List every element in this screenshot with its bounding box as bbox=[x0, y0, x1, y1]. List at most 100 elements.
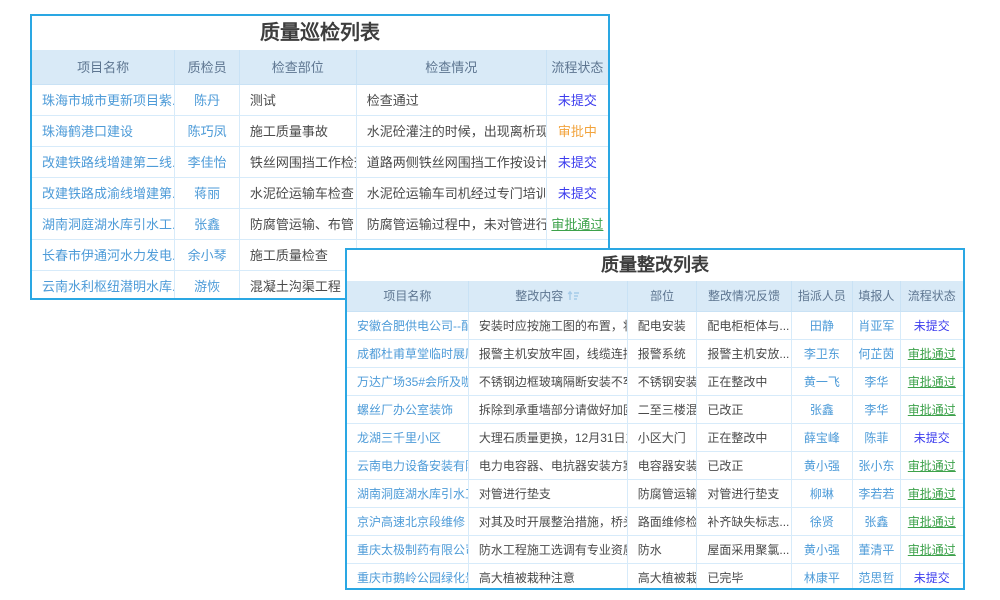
status-badge[interactable]: 未提交 bbox=[914, 571, 950, 585]
project-name-link[interactable]: 珠海市城市更新项目紫... bbox=[42, 93, 175, 108]
project-name-link[interactable]: 螺丝厂办公室装饰 bbox=[357, 403, 453, 417]
assignee-link[interactable]: 李卫东 bbox=[804, 347, 840, 361]
cell-workflow-status: 审批通过 bbox=[900, 507, 963, 535]
column-header-label: 填报人 bbox=[858, 289, 894, 303]
cell-rectify-feedback: 补齐缺失标志... bbox=[697, 507, 791, 535]
status-badge[interactable]: 审批通过 bbox=[908, 543, 956, 557]
rectify-feedback-text: 对管进行垫支 bbox=[707, 487, 779, 501]
column-header-label: 指派人员 bbox=[798, 289, 846, 303]
rectify-feedback-text: 已改正 bbox=[707, 459, 743, 473]
column-header-label: 质检员 bbox=[188, 60, 227, 75]
reporter-link[interactable]: 李若若 bbox=[858, 487, 894, 501]
project-name-link[interactable]: 珠海鹤港口建设 bbox=[42, 124, 133, 139]
cell-reporter: 李华 bbox=[853, 367, 900, 395]
inspect-part-text: 防腐管运输、布管 bbox=[250, 217, 354, 232]
project-name-link[interactable]: 龙湖三千里小区 bbox=[357, 431, 441, 445]
project-name-link[interactable]: 成都杜甫草堂临时展厅独立展... bbox=[357, 347, 468, 361]
inspect-part-text: 混凝土沟渠工程 bbox=[250, 279, 341, 294]
status-badge[interactable]: 审批通过 bbox=[908, 403, 956, 417]
inspector-link[interactable]: 游恢 bbox=[194, 279, 220, 294]
inspector-link[interactable]: 余小琴 bbox=[188, 248, 227, 263]
reporter-link[interactable]: 董清平 bbox=[858, 543, 894, 557]
assignee-link[interactable]: 薛宝峰 bbox=[804, 431, 840, 445]
inspector-link[interactable]: 陈丹 bbox=[194, 93, 220, 108]
cell-project-name: 珠海鹤港口建设 bbox=[32, 115, 175, 146]
column-header-project-name: 项目名称 bbox=[32, 50, 175, 84]
assignee-link[interactable]: 张鑫 bbox=[810, 403, 834, 417]
reporter-link[interactable]: 李华 bbox=[864, 403, 888, 417]
project-name-link[interactable]: 安徽合肥供电公司--配电设备... bbox=[357, 319, 468, 333]
assignee-link[interactable]: 黄一飞 bbox=[804, 375, 840, 389]
status-badge[interactable]: 审批通过 bbox=[908, 487, 956, 501]
cell-rectify-content: 电力电容器、电抗器安装方案,... bbox=[468, 451, 627, 479]
project-name-link[interactable]: 改建铁路成渝线增建第... bbox=[42, 186, 175, 201]
reporter-link[interactable]: 陈菲 bbox=[864, 431, 888, 445]
cell-inspect-result: 防腐管运输过程中，未对管进行... bbox=[356, 208, 546, 239]
rectify-content-text: 大理石质量更换，12月31日之... bbox=[479, 431, 627, 445]
project-name-link[interactable]: 改建铁路线增建第二线... bbox=[42, 155, 175, 170]
cell-project-name: 云南水利枢纽潜明水库... bbox=[32, 270, 175, 300]
assignee-link[interactable]: 黄小强 bbox=[804, 459, 840, 473]
status-badge[interactable]: 未提交 bbox=[558, 155, 597, 170]
cell-rectify-content: 大理石质量更换，12月31日之... bbox=[468, 423, 627, 451]
column-header-label: 整改情况反馈 bbox=[708, 289, 780, 303]
status-badge[interactable]: 未提交 bbox=[558, 93, 597, 108]
table-row: 珠海鹤港口建设陈巧凤施工质量事故水泥砼灌注的时候，出现离析现象审批中 bbox=[32, 115, 608, 146]
cell-project-name: 螺丝厂办公室装饰 bbox=[347, 395, 468, 423]
cell-inspector: 张鑫 bbox=[175, 208, 240, 239]
column-header-rectify-content: 整改内容 bbox=[468, 281, 627, 311]
status-badge[interactable]: 审批通过 bbox=[908, 375, 956, 389]
project-name-link[interactable]: 京沪高速北京段维修 bbox=[357, 515, 465, 529]
inspector-link[interactable]: 张鑫 bbox=[194, 217, 220, 232]
column-header-project-name: 项目名称 bbox=[347, 281, 468, 311]
reporter-link[interactable]: 何芷茵 bbox=[858, 347, 894, 361]
reporter-link[interactable]: 肖亚军 bbox=[858, 319, 894, 333]
assignee-link[interactable]: 林康平 bbox=[804, 571, 840, 585]
assignee-link[interactable]: 田静 bbox=[810, 319, 834, 333]
inspector-link[interactable]: 陈巧凤 bbox=[188, 124, 227, 139]
project-name-link[interactable]: 湖南洞庭湖水库引水工程施工1标 bbox=[357, 487, 468, 501]
project-name-link[interactable]: 万达广场35#会所及咖啡厅空... bbox=[357, 375, 468, 389]
page-canvas: 质量巡检列表 项目名称 质检员 检查部位 检查情况 流程状态 珠海市城市更新项目… bbox=[0, 0, 1000, 600]
assignee-link[interactable]: 徐贤 bbox=[810, 515, 834, 529]
cell-rectify-feedback: 已改正 bbox=[697, 395, 791, 423]
status-badge[interactable]: 未提交 bbox=[558, 186, 597, 201]
project-name-link[interactable]: 重庆太极制药有限公司亳州中... bbox=[357, 543, 468, 557]
cell-rectify-feedback: 屋面采用聚氯... bbox=[697, 535, 791, 563]
table-row: 云南电力设备安装有限公司20...电力电容器、电抗器安装方案,...电容器安装.… bbox=[347, 451, 963, 479]
project-name-link[interactable]: 云南电力设备安装有限公司20... bbox=[357, 459, 468, 473]
status-badge[interactable]: 审批中 bbox=[558, 124, 597, 139]
column-header-label: 流程状态 bbox=[908, 289, 956, 303]
status-badge[interactable]: 审批通过 bbox=[908, 459, 956, 473]
column-header-part: 部位 bbox=[627, 281, 697, 311]
cell-assignee: 张鑫 bbox=[791, 395, 853, 423]
rectify-feedback-text: 已完毕 bbox=[707, 571, 743, 585]
reporter-link[interactable]: 张鑫 bbox=[864, 515, 888, 529]
rectify-content-text: 不锈钢边框玻璃隔断安装不牢... bbox=[479, 375, 627, 389]
cell-inspector: 陈巧凤 bbox=[175, 115, 240, 146]
project-name-link[interactable]: 湖南洞庭湖水库引水工... bbox=[42, 217, 175, 232]
cell-inspect-part: 混凝土沟渠工程 bbox=[239, 270, 356, 300]
rectify-feedback-text: 正在整改中 bbox=[707, 431, 767, 445]
table-row: 改建铁路线增建第二线...李佳怡铁丝网围挡工作检查道路两侧铁丝网围挡工作按设计.… bbox=[32, 146, 608, 177]
project-name-link[interactable]: 长春市伊通河水力发电... bbox=[42, 248, 175, 263]
project-name-link[interactable]: 重庆市鹅岭公园绿化景观提升... bbox=[357, 571, 468, 585]
cell-inspector: 李佳怡 bbox=[175, 146, 240, 177]
rectification-table-title: 质量整改列表 bbox=[347, 250, 963, 281]
sort-icon[interactable] bbox=[567, 290, 580, 304]
cell-project-name: 长春市伊通河水力发电... bbox=[32, 239, 175, 270]
status-badge[interactable]: 未提交 bbox=[914, 431, 950, 445]
rectification-table-panel: 质量整改列表 项目名称 整改内容 部位 整改情况反馈 指派人员 填报人 流程状态 bbox=[345, 248, 965, 590]
project-name-link[interactable]: 云南水利枢纽潜明水库... bbox=[42, 279, 175, 294]
status-badge[interactable]: 审批通过 bbox=[551, 217, 603, 232]
assignee-link[interactable]: 柳琳 bbox=[810, 487, 834, 501]
inspector-link[interactable]: 李佳怡 bbox=[188, 155, 227, 170]
status-badge[interactable]: 审批通过 bbox=[908, 515, 956, 529]
reporter-link[interactable]: 张小东 bbox=[858, 459, 894, 473]
status-badge[interactable]: 审批通过 bbox=[908, 347, 956, 361]
reporter-link[interactable]: 李华 bbox=[864, 375, 888, 389]
reporter-link[interactable]: 范思哲 bbox=[858, 571, 894, 585]
inspector-link[interactable]: 蒋丽 bbox=[194, 186, 220, 201]
status-badge[interactable]: 未提交 bbox=[914, 319, 950, 333]
assignee-link[interactable]: 黄小强 bbox=[804, 543, 840, 557]
